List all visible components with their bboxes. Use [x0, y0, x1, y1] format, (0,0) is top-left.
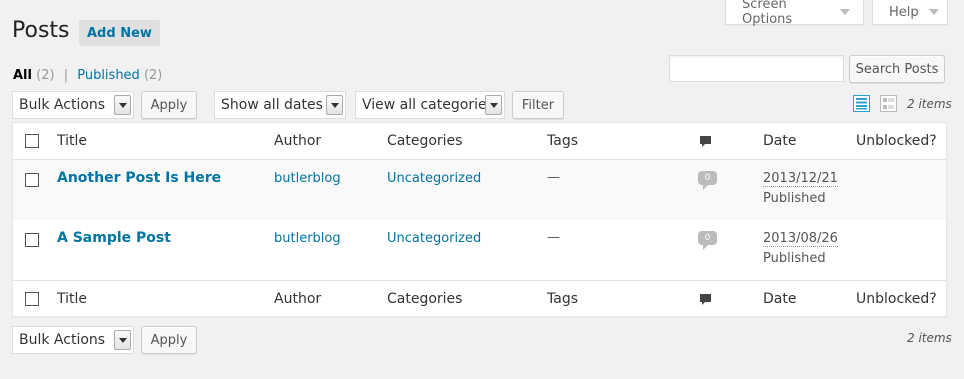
bulk-actions-select[interactable]: Bulk Actions: [12, 91, 134, 119]
dropdown-arrow-icon: [114, 95, 131, 115]
select-all-checkbox[interactable]: [25, 134, 39, 148]
table-header-row: Title Author Categories Tags Date Unbloc…: [13, 123, 946, 160]
column-unblocked-header: Unblocked?: [856, 133, 937, 149]
dropdown-arrow-icon: [485, 95, 502, 115]
date-filter-select[interactable]: Show all dates: [214, 91, 346, 119]
view-all-count: (2): [36, 68, 55, 83]
column-unblocked-footer: Unblocked?: [856, 291, 937, 307]
filter-button[interactable]: Filter: [512, 91, 564, 119]
column-title-footer[interactable]: Title: [57, 291, 87, 307]
row-checkbox[interactable]: [25, 173, 39, 187]
table-row: A Sample Post butlerblog Uncategorized —…: [13, 220, 946, 280]
column-author-footer: Author: [274, 291, 322, 307]
column-date-header[interactable]: Date: [763, 133, 796, 149]
screen-meta-links: Screen Options Help: [725, 0, 948, 27]
screen-options-label: Screen Options: [742, 0, 793, 27]
column-tags-header: Tags: [547, 133, 578, 149]
post-date: 2013/12/21: [763, 171, 838, 187]
caret-down-icon: [928, 9, 939, 15]
post-category-link[interactable]: Uncategorized: [387, 231, 481, 246]
post-title-link[interactable]: A Sample Post: [57, 230, 171, 246]
view-all-link[interactable]: All: [13, 68, 32, 83]
apply-button-bottom[interactable]: Apply: [141, 326, 197, 354]
bulk-actions-select-bottom[interactable]: Bulk Actions: [12, 326, 134, 354]
category-filter-select[interactable]: View all categories: [355, 91, 505, 119]
screen-options-button[interactable]: Screen Options: [725, 0, 864, 27]
select-all-checkbox[interactable]: [25, 292, 39, 306]
table-footer-row: Title Author Categories Tags Date Unbloc…: [13, 280, 946, 317]
column-categories-footer: Categories: [387, 291, 463, 307]
view-all-label: All: [13, 68, 32, 83]
comment-bubble-icon: [700, 136, 711, 147]
post-status-views: All (2) | Published (2): [13, 68, 162, 83]
view-published-count: (2): [143, 68, 163, 83]
date-filter-value: Show all dates: [221, 97, 323, 113]
post-author-link[interactable]: butlerblog: [274, 171, 341, 186]
posts-table: Title Author Categories Tags Date Unbloc…: [12, 122, 947, 317]
column-author-header: Author: [274, 133, 322, 149]
post-tags: —: [547, 170, 560, 185]
view-published-link[interactable]: Published: [77, 68, 140, 83]
list-view-icon[interactable]: [853, 95, 870, 112]
view-separator: |: [63, 68, 69, 83]
help-label: Help: [889, 4, 919, 20]
view-published-label: Published: [77, 68, 140, 83]
items-count-top: 2 items: [907, 97, 952, 111]
search-posts-button[interactable]: Search Posts: [849, 55, 945, 83]
comment-count-badge[interactable]: 0: [698, 231, 717, 250]
page-title: Posts: [12, 18, 70, 43]
category-filter-value: View all categories: [362, 97, 494, 113]
comment-bubble-icon: [700, 294, 711, 305]
post-title-link[interactable]: Another Post Is Here: [57, 170, 221, 186]
caret-down-icon: [840, 9, 850, 15]
post-status: Published: [763, 251, 826, 266]
bulk-actions-value: Bulk Actions: [19, 332, 106, 348]
search-input[interactable]: [669, 55, 844, 82]
comment-count-badge[interactable]: 0: [698, 171, 717, 190]
table-row: Another Post Is Here butlerblog Uncatego…: [13, 160, 946, 220]
column-title-header[interactable]: Title: [57, 133, 87, 149]
bulk-actions-value: Bulk Actions: [19, 97, 106, 113]
items-count-bottom: 2 items: [907, 331, 952, 345]
help-button[interactable]: Help: [872, 0, 948, 25]
post-status: Published: [763, 191, 826, 206]
dropdown-arrow-icon: [326, 95, 343, 115]
dropdown-arrow-icon: [114, 330, 131, 350]
post-category-link[interactable]: Uncategorized: [387, 171, 481, 186]
apply-button[interactable]: Apply: [141, 91, 197, 119]
post-tags: —: [547, 230, 560, 245]
post-author-link[interactable]: butlerblog: [274, 231, 341, 246]
column-categories-header: Categories: [387, 133, 463, 149]
post-date: 2013/08/26: [763, 231, 838, 247]
row-checkbox[interactable]: [25, 233, 39, 247]
add-new-button[interactable]: Add New: [79, 20, 160, 46]
excerpt-view-icon[interactable]: [880, 95, 897, 112]
column-tags-footer: Tags: [547, 291, 578, 307]
column-date-footer[interactable]: Date: [763, 291, 796, 307]
